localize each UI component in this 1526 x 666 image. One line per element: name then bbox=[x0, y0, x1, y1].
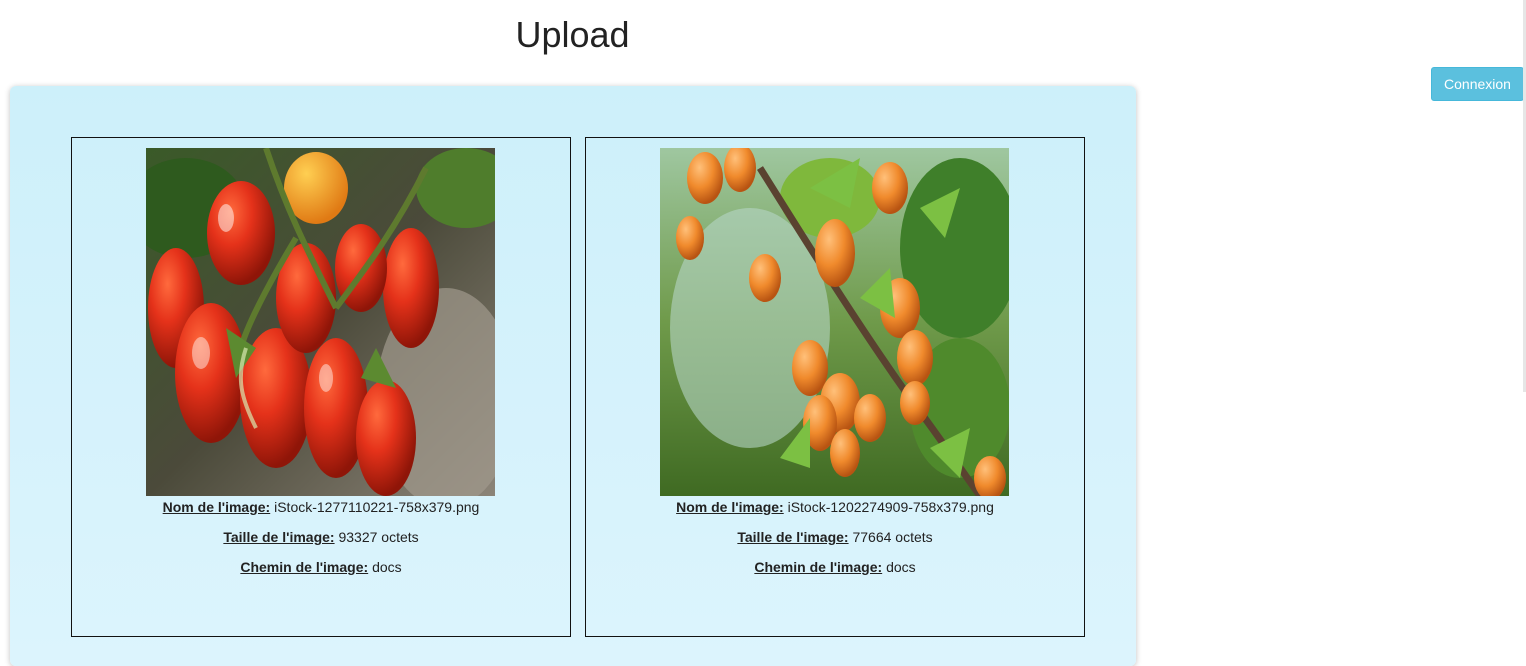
image-path-value: docs bbox=[372, 559, 402, 575]
image-path-value: docs bbox=[886, 559, 916, 575]
image-name-value: iStock-1277110221-758x379.png bbox=[274, 499, 480, 515]
image-size-value: 93327 octets bbox=[338, 529, 419, 545]
image-path-row: Chemin de l'image: docs bbox=[72, 559, 570, 575]
image-size-row: Taille de l'image: 77664 octets bbox=[586, 529, 1084, 545]
page-title: Upload bbox=[515, 14, 630, 55]
apricots-image bbox=[660, 148, 1009, 496]
image-name-value: iStock-1202274909-758x379.png bbox=[787, 499, 994, 515]
image-path-label: Chemin de l'image: bbox=[240, 559, 369, 575]
file-card: Nom de l'image: iStock-1202274909-758x37… bbox=[585, 137, 1085, 637]
image-size-label: Taille de l'image: bbox=[737, 529, 849, 545]
image-size-value: 77664 octets bbox=[852, 529, 933, 545]
upload-panel: Nom de l'image: iStock-1277110221-758x37… bbox=[10, 86, 1136, 666]
image-path-label: Chemin de l'image: bbox=[754, 559, 883, 575]
image-name-label: Nom de l'image: bbox=[162, 499, 271, 515]
tomatoes-image bbox=[146, 148, 495, 496]
login-button[interactable]: Connexion bbox=[1431, 67, 1524, 101]
image-name-row: Nom de l'image: iStock-1277110221-758x37… bbox=[72, 499, 570, 515]
file-card: Nom de l'image: iStock-1277110221-758x37… bbox=[71, 137, 571, 637]
image-path-row: Chemin de l'image: docs bbox=[586, 559, 1084, 575]
apricots-photo bbox=[660, 148, 1009, 496]
tomatoes-photo bbox=[146, 148, 495, 496]
image-name-label: Nom de l'image: bbox=[676, 499, 784, 515]
image-name-row: Nom de l'image: iStock-1202274909-758x37… bbox=[586, 499, 1084, 515]
image-size-row: Taille de l'image: 93327 octets bbox=[72, 529, 570, 545]
image-size-label: Taille de l'image: bbox=[223, 529, 335, 545]
